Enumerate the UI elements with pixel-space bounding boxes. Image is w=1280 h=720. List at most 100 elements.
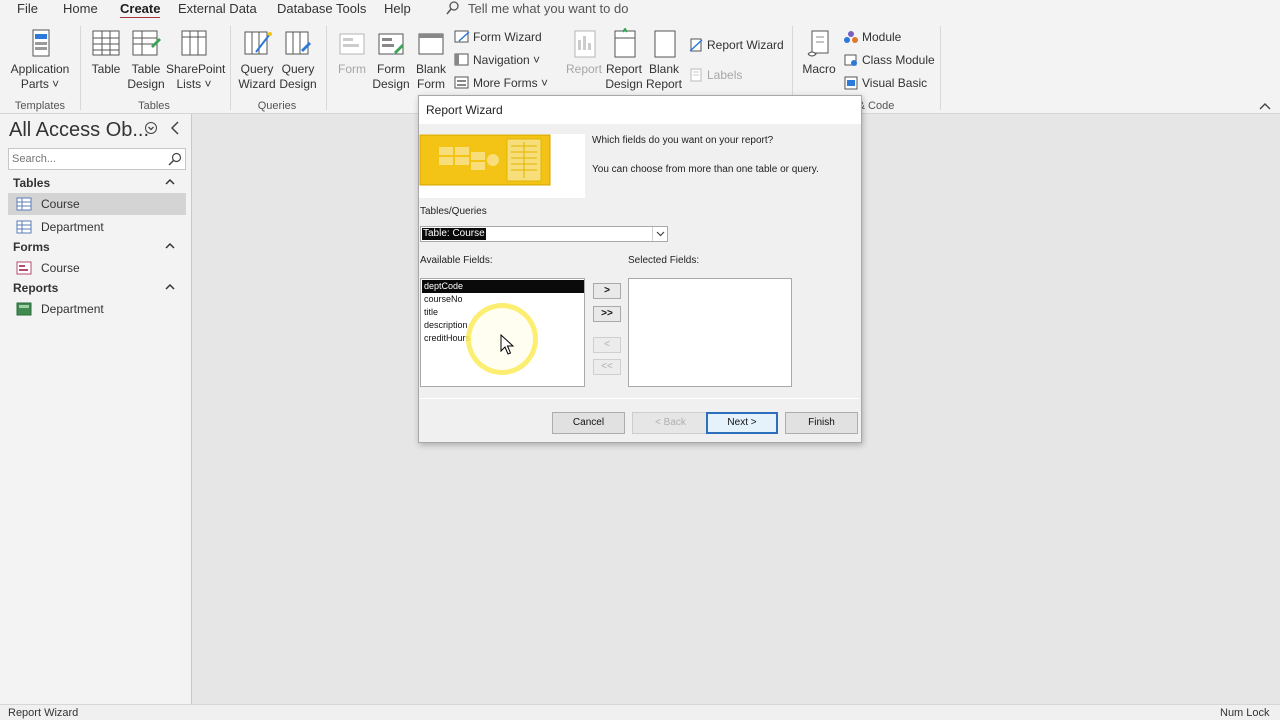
macro-button[interactable]: Macro [800,28,838,77]
nav-item-table-department[interactable]: Department [8,216,186,238]
query-wizard-icon [244,31,272,55]
tell-me-label: Tell me what you want to do [468,1,629,16]
navigation-pane-title[interactable]: All Access Ob... [9,119,149,142]
query-design-label-2: Design [279,77,317,91]
table-design-icon [132,30,161,56]
report-design-label-1: Report [605,62,643,76]
mouse-pointer-icon [500,334,514,355]
add-all-fields-button[interactable]: >> [593,306,621,322]
navigation-search-input[interactable] [9,149,159,169]
macro-icon [807,30,829,57]
table-button[interactable]: Table [88,28,124,77]
nav-item-label: Course [41,197,80,211]
class-module-button[interactable]: Class Module [843,52,935,68]
back-button[interactable]: < Back [632,412,709,434]
dialog-titlebar[interactable]: Report Wizard [419,96,861,124]
available-field-item[interactable]: deptCode [422,280,584,293]
sharepoint-lists-label-1: SharePoint [166,62,226,76]
form-button[interactable]: Form [334,28,370,77]
blank-form-icon [418,33,444,55]
nav-item-report-department[interactable]: Department [8,298,186,320]
dialog-divider [419,398,859,399]
labels-icon [690,68,702,82]
status-bar: Report Wizard Num Lock [0,704,1280,720]
table-icon [16,220,32,234]
tables-queries-value: Table: Course [422,228,486,240]
report-wizard-button[interactable]: Report Wizard [688,37,784,53]
labels-button[interactable]: Labels [688,67,742,83]
blank-form-label-2: Form [417,77,445,91]
blank-form-button[interactable]: Blank Form [412,28,450,92]
class-module-label: Class Module [862,53,935,67]
query-wizard-button[interactable]: Query Wizard [236,28,278,92]
selected-fields-label: Selected Fields: [628,255,700,266]
labels-label: Labels [707,68,743,82]
form-label: Form [338,62,366,76]
form-wizard-button[interactable]: Form Wizard [454,29,542,45]
tables-queries-dropdown[interactable]: Table: Course [420,226,668,242]
report-icon [574,30,596,58]
more-forms-button[interactable]: More Forms ˅ [454,75,548,91]
nav-item-form-course[interactable]: Course [8,257,186,279]
collapse-ribbon-icon[interactable] [1259,102,1271,110]
form-icon [16,261,32,275]
menu-create[interactable]: Create [120,0,161,19]
visual-basic-button[interactable]: Visual Basic [843,75,927,91]
form-design-icon [378,33,404,55]
menu-external-data[interactable]: External Data [178,0,257,17]
blank-report-icon [654,30,676,58]
add-field-button[interactable]: > [593,283,621,299]
form-wizard-label: Form Wizard [473,30,542,44]
menu-file[interactable]: File [17,0,38,17]
application-parts-label-2: Parts ˅ [20,77,60,91]
finish-button[interactable]: Finish [785,412,858,434]
remove-field-button[interactable]: < [593,337,621,353]
menu-bar: File Home Create External Data Database … [0,0,1280,19]
nav-group-tables[interactable]: Tables [0,172,186,194]
visual-basic-label: Visual Basic [862,76,928,90]
selected-fields-list[interactable] [628,278,792,387]
shutter-bar-chevron-left-icon[interactable] [169,121,181,135]
report-button[interactable]: Report [564,28,604,77]
navigation-options-icon[interactable] [144,121,158,135]
query-wizard-label-2: Wizard [238,77,276,91]
form-design-label-2: Design [372,77,410,91]
application-parts-label-1: Application [10,62,70,76]
class-module-icon [844,54,857,66]
nav-item-label: Department [41,302,104,316]
form-wizard-icon [454,30,470,43]
group-label-templates: Templates [14,100,66,112]
navigation-button[interactable]: Navigation ˅ [454,52,540,68]
report-design-button[interactable]: Report Design [604,28,644,92]
next-button[interactable]: Next > [706,412,778,434]
dropdown-arrow-button[interactable] [652,227,667,241]
remove-all-fields-button[interactable]: << [593,359,621,375]
module-icon [844,31,858,43]
module-button[interactable]: Module [843,29,901,45]
status-text: Report Wizard [8,707,79,719]
application-parts-icon [32,29,50,57]
nav-group-reports[interactable]: Reports [0,277,186,299]
cancel-button[interactable]: Cancel [552,412,625,434]
form-icon [339,33,365,55]
chevron-up-icon [165,178,175,185]
navigation-search-box[interactable] [8,148,186,170]
menu-help[interactable]: Help [384,0,411,17]
query-design-button[interactable]: Query Design [278,28,318,92]
form-design-button[interactable]: Form Design [372,28,410,92]
report-wizard-dialog: Report Wizard Which fields do you want o… [418,95,862,443]
report-icon [16,302,32,316]
nav-group-forms[interactable]: Forms [0,236,186,258]
num-lock-indicator: Num Lock [1220,707,1270,719]
nav-item-table-course[interactable]: Course [8,193,186,215]
blank-report-button[interactable]: Blank Report [644,28,684,92]
menu-home[interactable]: Home [63,0,98,17]
sharepoint-lists-button[interactable]: SharePoint Lists ˅ [166,28,226,92]
macro-label: Macro [802,62,836,76]
chevron-up-icon [165,283,175,290]
table-design-button[interactable]: Table Design [126,28,166,92]
search-icon[interactable] [168,152,182,166]
menu-database-tools[interactable]: Database Tools [277,0,366,17]
tell-me-search[interactable]: Tell me what you want to do [446,0,628,17]
application-parts-button[interactable]: Application Parts ˅ [6,28,74,92]
